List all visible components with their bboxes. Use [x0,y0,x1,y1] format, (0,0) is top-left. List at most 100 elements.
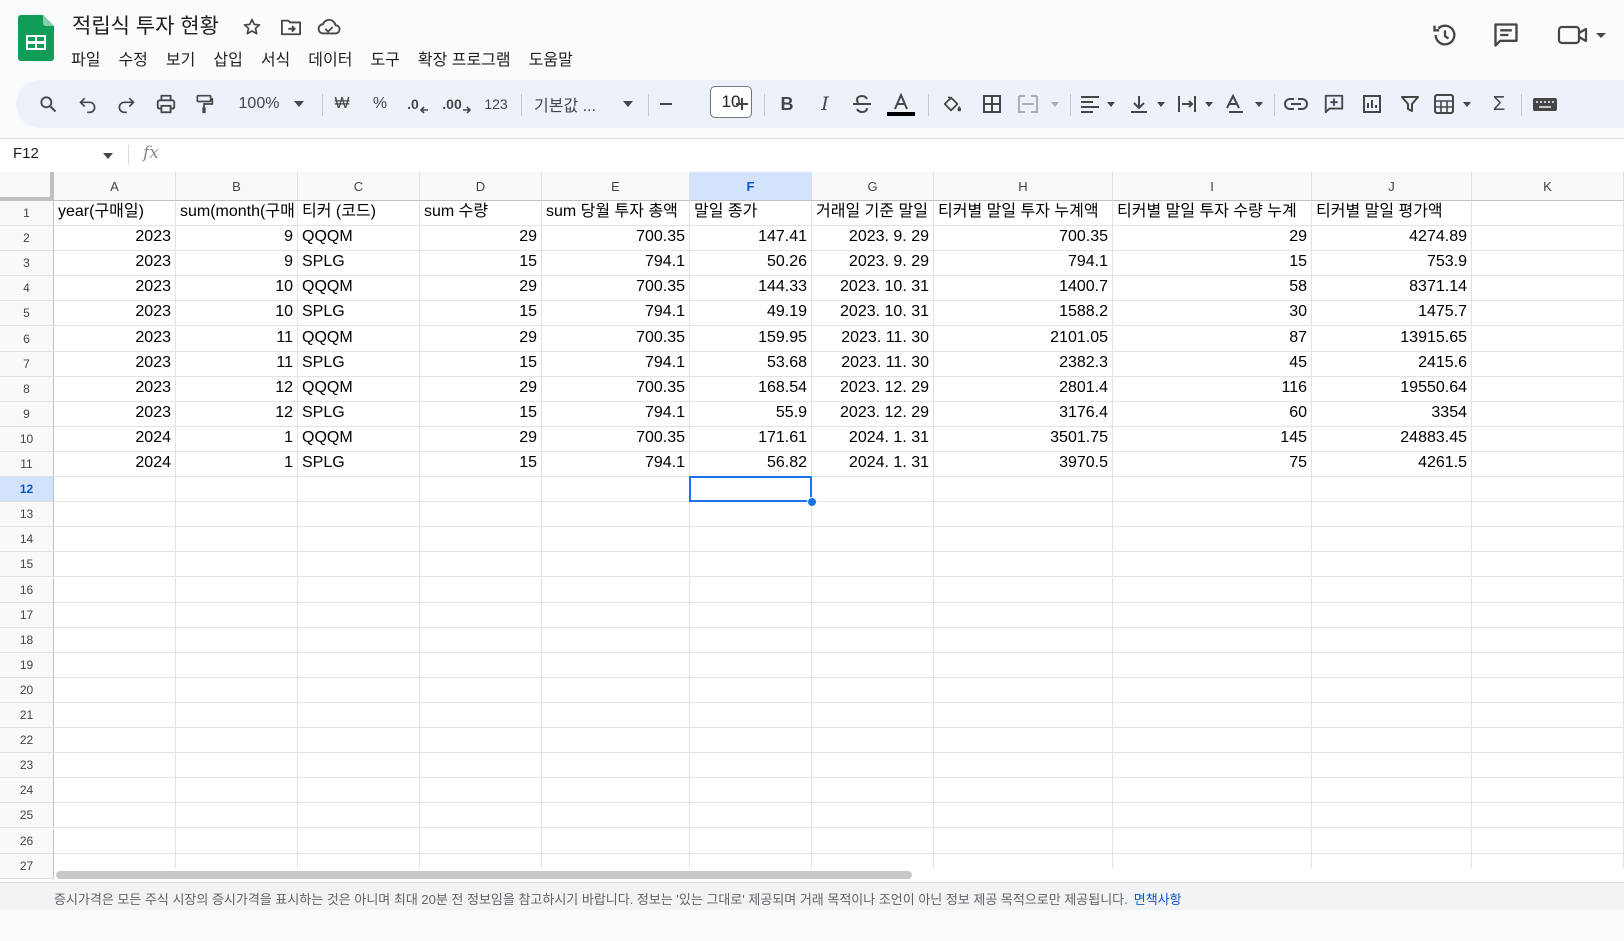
table-cell[interactable] [420,778,542,804]
table-cell[interactable] [1472,677,1624,703]
merge-icon[interactable] [1016,88,1064,120]
table-cell[interactable] [1312,828,1472,854]
table-cell[interactable] [54,502,176,528]
name-box[interactable]: F12 [13,145,39,162]
table-cell[interactable] [542,778,690,804]
header-cell[interactable]: sum(month(구매 [176,201,298,227]
table-cell[interactable]: 2023 [54,251,176,277]
table-cell[interactable]: 4261.5 [1312,452,1472,478]
table-cell[interactable]: 700.35 [542,426,690,452]
select-all-corner[interactable] [0,172,54,201]
table-cell[interactable]: 794.1 [542,452,690,478]
table-cell[interactable] [812,828,934,854]
table-cell[interactable]: 29 [1113,226,1312,252]
table-cell[interactable]: 794.1 [542,301,690,327]
table-cell[interactable] [1113,577,1312,603]
table-cell[interactable] [812,552,934,578]
table-cell[interactable]: 2024 [54,452,176,478]
table-cell[interactable]: 159.95 [690,326,812,352]
table-cell[interactable]: 29 [420,276,542,302]
insert-chart-icon[interactable] [1358,88,1386,120]
column-header-d[interactable]: D [420,172,542,201]
table-cell[interactable]: 171.61 [690,426,812,452]
table-cell[interactable]: 1 [176,452,298,478]
table-cell[interactable]: 56.82 [690,452,812,478]
table-cell[interactable] [690,502,812,528]
table-cell[interactable] [1113,552,1312,578]
table-cell[interactable]: QQQM [298,326,420,352]
table-cell[interactable]: 2023. 10. 31 [812,301,934,327]
table-cell[interactable] [934,602,1113,628]
table-cell[interactable] [298,602,420,628]
table-cell[interactable] [812,502,934,528]
row-header-13[interactable]: 13 [0,502,54,528]
sheets-logo-icon[interactable] [18,15,54,61]
table-cell[interactable] [542,828,690,854]
cloud-saved-icon[interactable] [316,14,342,40]
table-cell[interactable]: 24883.45 [1312,426,1472,452]
table-cell[interactable]: 2024. 1. 31 [812,452,934,478]
table-cell[interactable]: 50.26 [690,251,812,277]
header-cell[interactable]: 티커별 말일 투자 누계액 [934,201,1113,227]
table-cell[interactable] [1312,652,1472,678]
table-cell[interactable]: 794.1 [542,351,690,377]
table-cell[interactable] [298,577,420,603]
table-cell[interactable] [934,803,1113,829]
table-cell[interactable] [1312,703,1472,729]
table-cell[interactable] [542,652,690,678]
row-header-4[interactable]: 4 [0,276,54,302]
row-header-24[interactable]: 24 [0,778,54,804]
table-cell[interactable] [1472,652,1624,678]
table-cell[interactable]: 2023 [54,401,176,427]
column-header-f[interactable]: F [690,172,812,201]
table-cell[interactable] [54,627,176,653]
table-cell[interactable]: 10 [176,301,298,327]
row-header-3[interactable]: 3 [0,251,54,277]
table-cell[interactable] [298,502,420,528]
row-header-15[interactable]: 15 [0,552,54,578]
table-cell[interactable] [1472,477,1624,503]
number-format-button[interactable]: 123 [480,88,512,120]
table-cell[interactable] [1472,552,1624,578]
table-cell[interactable]: 794.1 [934,251,1113,277]
table-cell[interactable] [812,627,934,653]
table-cell[interactable] [420,627,542,653]
column-header-i[interactable]: I [1113,172,1312,201]
row-header-25[interactable]: 25 [0,803,54,829]
table-cell[interactable] [1113,477,1312,503]
table-cell[interactable] [1312,602,1472,628]
table-cell[interactable]: 9 [176,251,298,277]
table-cell[interactable]: SPLG [298,452,420,478]
column-header-j[interactable]: J [1312,172,1472,201]
table-cell[interactable] [54,753,176,779]
table-cell[interactable]: 55.9 [690,401,812,427]
table-cell[interactable] [1472,351,1624,377]
table-cell[interactable] [1312,502,1472,528]
table-cell[interactable]: 2023 [54,226,176,252]
column-header-e[interactable]: E [542,172,690,201]
table-cell[interactable] [1472,452,1624,478]
table-cell[interactable] [542,502,690,528]
table-cell[interactable] [298,753,420,779]
table-cell[interactable] [1113,778,1312,804]
formula-input[interactable] [180,143,1580,167]
table-cell[interactable] [54,803,176,829]
table-cell[interactable] [690,728,812,754]
table-cell[interactable] [1472,828,1624,854]
table-cell[interactable] [690,652,812,678]
table-cell[interactable] [542,677,690,703]
font-size-decrease-button[interactable] [656,88,676,120]
filter-icon[interactable] [1396,88,1424,120]
row-header-1[interactable]: 1 [0,201,54,227]
header-cell[interactable]: sum 당월 투자 총액 [542,201,690,227]
table-cell[interactable] [298,677,420,703]
currency-button[interactable]: ₩ [330,88,354,120]
text-rotation-icon[interactable] [1224,88,1268,120]
table-cell[interactable] [1472,703,1624,729]
table-cell[interactable] [934,477,1113,503]
star-icon[interactable] [239,14,265,40]
row-header-11[interactable]: 11 [0,452,54,478]
table-cell[interactable]: 3970.5 [934,452,1113,478]
row-header-8[interactable]: 8 [0,376,54,402]
table-cell[interactable] [1312,552,1472,578]
